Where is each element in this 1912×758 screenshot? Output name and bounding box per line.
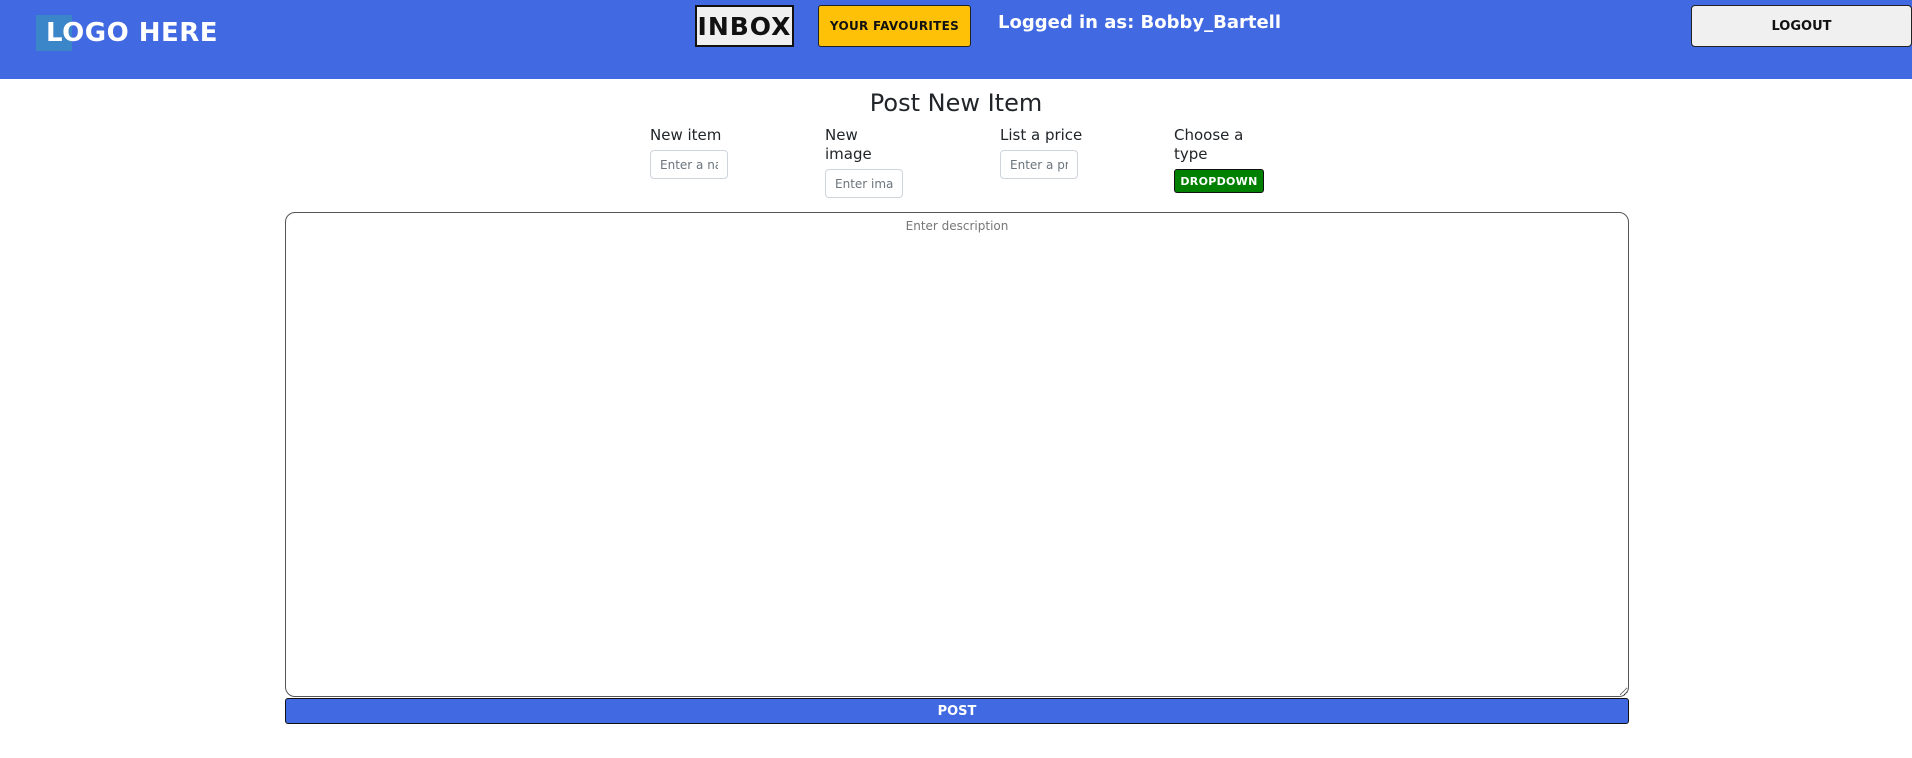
price-input[interactable]: [1000, 150, 1078, 179]
type-dropdown-button[interactable]: DROPDOWN: [1174, 169, 1264, 193]
logout-button[interactable]: LOGOUT: [1691, 5, 1912, 47]
new-item-input[interactable]: [650, 150, 728, 179]
price-label: List a price: [1000, 126, 1083, 144]
type-label: Choose a type: [1174, 126, 1244, 163]
new-image-field-group: New image: [825, 126, 903, 198]
page-title: Post New Item: [869, 89, 1043, 117]
top-navbar: LOGO HERE INBOX YOUR FAVOURITES Logged i…: [0, 0, 1912, 79]
new-image-label: New image: [825, 126, 872, 163]
new-item-label: New item: [650, 126, 722, 144]
logo-text: LOGO HERE: [46, 18, 219, 48]
logo[interactable]: LOGO HERE: [36, 15, 218, 51]
logged-in-user-text: Logged in as: Bobby_Bartell: [998, 12, 1282, 33]
inbox-button[interactable]: INBOX: [695, 5, 794, 47]
post-button[interactable]: POST: [285, 698, 1629, 724]
type-field-group: Choose a type DROPDOWN: [1174, 126, 1264, 193]
new-item-field-group: New item: [650, 126, 760, 179]
description-textarea[interactable]: [285, 212, 1629, 697]
new-image-input[interactable]: [825, 169, 903, 198]
favourites-button[interactable]: YOUR FAVOURITES: [818, 5, 971, 47]
price-field-group: List a price: [1000, 126, 1110, 179]
